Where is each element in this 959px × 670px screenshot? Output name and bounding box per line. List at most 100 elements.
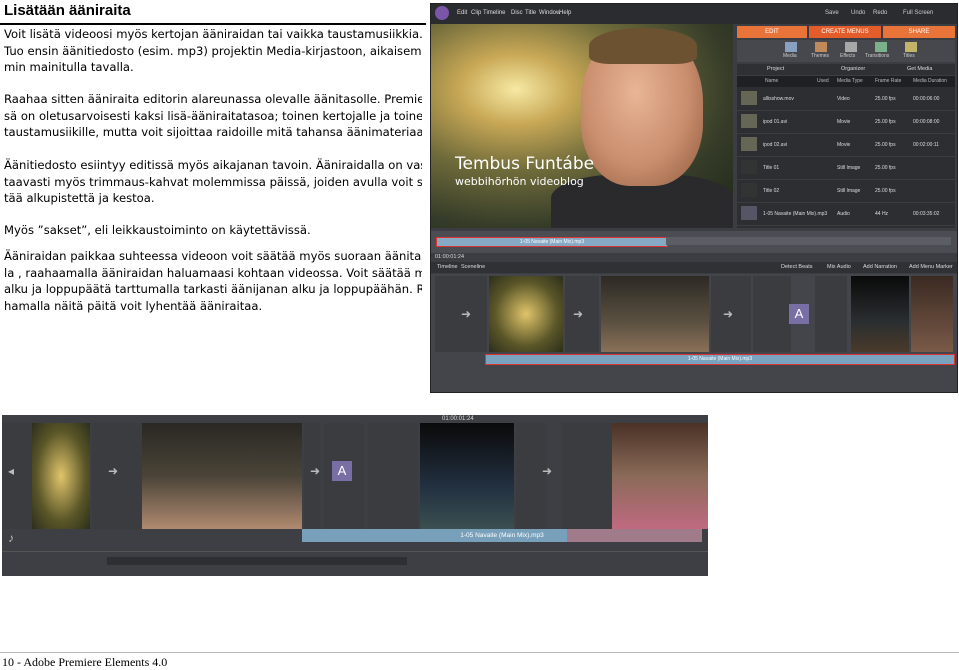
media-type: Still Image bbox=[837, 165, 861, 171]
col-used[interactable]: Used bbox=[817, 78, 829, 84]
col-media-duration[interactable]: Media Duration bbox=[913, 78, 947, 84]
media-thumbnail bbox=[741, 137, 757, 151]
media-rate: 25.00 fps bbox=[875, 142, 896, 148]
tab-edit[interactable]: EDIT bbox=[737, 26, 807, 38]
paragraph-2: Raahaa sitten ääniraita editorin alareun… bbox=[4, 91, 422, 141]
undo-button[interactable]: Undo bbox=[851, 10, 865, 16]
media-type: Movie bbox=[837, 119, 851, 125]
titles-icon[interactable] bbox=[905, 42, 917, 52]
menu-bar: Edit Clip Timeline Disc Title Window Hel… bbox=[431, 4, 957, 24]
menu-disc[interactable]: Disc bbox=[511, 10, 523, 16]
scene-clip-4[interactable] bbox=[612, 423, 708, 529]
title-clip-icon[interactable]: A bbox=[332, 461, 352, 481]
transitions-icon[interactable] bbox=[875, 42, 887, 52]
media-duration: 00:02:00:11 bbox=[913, 142, 940, 148]
premiere-screenshot: Edit Clip Timeline Disc Title Window Hel… bbox=[430, 3, 958, 393]
audio-track-icon[interactable]: ♪ bbox=[8, 532, 28, 544]
scroll-track[interactable] bbox=[107, 557, 407, 565]
paragraph-line: Voit lisätä videoosi myös kertojan äänir… bbox=[4, 27, 422, 41]
subtab-organizer[interactable]: Organizer bbox=[841, 66, 865, 72]
scene-gap bbox=[815, 276, 847, 352]
scene-clip-1[interactable] bbox=[489, 276, 563, 352]
tab-sceneline[interactable]: Sceneline bbox=[461, 264, 485, 270]
menu-title[interactable]: Title bbox=[525, 10, 536, 16]
media-duration: 00:00:08:00 bbox=[913, 119, 940, 125]
menu-help[interactable]: Help bbox=[559, 10, 571, 16]
subtab-project[interactable]: Project bbox=[767, 66, 784, 72]
tool-titles[interactable]: Titles bbox=[903, 53, 915, 59]
media-panel: Name Used Media Type Frame Rate Media Du… bbox=[737, 76, 955, 228]
media-name: 1-05 Navaite (Main Mix).mp3 bbox=[763, 211, 828, 217]
tab-timeline[interactable]: Timeline bbox=[437, 264, 458, 270]
tool-effects[interactable]: Effects bbox=[840, 53, 855, 59]
scene-clip-3[interactable] bbox=[851, 276, 909, 352]
effects-icon[interactable] bbox=[845, 42, 857, 52]
speaker-icon[interactable]: ◂ bbox=[8, 465, 28, 477]
themes-icon[interactable] bbox=[815, 42, 827, 52]
media-row[interactable]: ipod 02.avi Movie 25.00 fps 00:02:00:11 bbox=[737, 134, 955, 157]
media-rate: 44 Hz bbox=[875, 211, 889, 217]
title-clip-icon[interactable]: A bbox=[789, 304, 809, 324]
col-name[interactable]: Name bbox=[765, 78, 778, 84]
menu-timeline[interactable]: Timeline bbox=[483, 10, 505, 16]
media-row[interactable]: Title 02 Still Image 25.00 fps bbox=[737, 180, 955, 203]
scene-clip-2[interactable] bbox=[142, 423, 302, 529]
tool-themes[interactable]: Themes bbox=[811, 53, 829, 59]
media-thumbnail bbox=[741, 183, 757, 197]
paragraph-line: hamalla näitä päitä voit lyhentää äänira… bbox=[4, 298, 263, 313]
col-frame-rate[interactable]: Frame Rate bbox=[875, 78, 901, 84]
paragraph-1: Voit lisätä videoosi myös kertojan äänir… bbox=[4, 26, 422, 76]
transition-icon[interactable]: ➜ bbox=[108, 465, 128, 477]
scene-clip-4[interactable] bbox=[911, 276, 953, 352]
media-row[interactable]: 1-05 Navaite (Main Mix).mp3 Audio 44 Hz … bbox=[737, 203, 955, 226]
menu-clip[interactable]: Clip bbox=[471, 10, 481, 16]
scene-clip-2[interactable] bbox=[601, 276, 709, 352]
preview-scrubber[interactable]: 1-05 Navaite (Main Mix).mp3 bbox=[431, 231, 957, 253]
zoom-timecode: 01:00:01:24 bbox=[442, 416, 474, 422]
transition-icon[interactable]: ➜ bbox=[573, 308, 593, 320]
transition-icon[interactable]: ➜ bbox=[542, 465, 562, 477]
preview-subtitle: webbihörhön videoblog bbox=[455, 175, 584, 188]
media-row[interactable]: allisshow.mov Video 25.00 fps 00:00:06:0… bbox=[737, 88, 955, 111]
menu-window[interactable]: Window bbox=[539, 10, 560, 16]
tool-media[interactable]: Media bbox=[783, 53, 797, 59]
transition-icon[interactable]: ➜ bbox=[723, 308, 743, 320]
mix-audio-button[interactable]: Mix Audio bbox=[827, 264, 851, 270]
redo-button[interactable]: Redo bbox=[873, 10, 887, 16]
audio-clip-trim-end[interactable] bbox=[567, 529, 702, 542]
audio-track-clip[interactable]: 1-05 Navaite (Main Mix).mp3 bbox=[485, 354, 955, 365]
preview-title: Tembus Funtábe bbox=[455, 154, 595, 174]
save-button[interactable]: Save bbox=[825, 10, 839, 16]
detect-beats-button[interactable]: Detect Beats bbox=[781, 264, 813, 270]
add-menu-marker-button[interactable]: Add Menu Marker bbox=[909, 264, 953, 270]
edit-tools: Media Themes Effects Transitions Titles bbox=[737, 40, 955, 62]
paragraph-line: taavasti myös trimmaus-kahvat molemmissa… bbox=[4, 174, 422, 189]
scene-clip-1[interactable] bbox=[32, 423, 90, 529]
transition-icon[interactable]: ➜ bbox=[461, 308, 481, 320]
col-media-type[interactable]: Media Type bbox=[837, 78, 863, 84]
media-rate: 25.00 fps bbox=[875, 165, 896, 171]
add-narration-button[interactable]: Add Narration bbox=[863, 264, 897, 270]
timecode: 01:00:01:24 bbox=[435, 254, 465, 260]
menu-edit[interactable]: Edit bbox=[457, 10, 467, 16]
media-subtabs: Project Organizer Get Media bbox=[737, 64, 955, 75]
scene-clip-3[interactable] bbox=[420, 423, 514, 529]
paragraph-line: Raahaa sitten ääniraita editorin alareun… bbox=[4, 92, 422, 106]
full-screen-button[interactable]: Full Screen bbox=[903, 10, 933, 16]
tool-transitions[interactable]: Transitions bbox=[865, 53, 889, 59]
media-thumbnail bbox=[741, 160, 757, 174]
media-name: ipod 01.avi bbox=[763, 119, 788, 125]
media-row[interactable]: Title 01 Still Image 25.00 fps bbox=[737, 157, 955, 180]
scrubber-audio-clip[interactable]: 1-05 Navaite (Main Mix).mp3 bbox=[436, 237, 668, 247]
tab-share[interactable]: SHARE bbox=[883, 26, 955, 38]
tab-create-menus[interactable]: CREATE MENUS bbox=[809, 26, 881, 38]
media-row[interactable]: ipod 01.avi Movie 25.00 fps 00:00:08:00 bbox=[737, 111, 955, 134]
subtab-get-media[interactable]: Get Media bbox=[907, 66, 932, 72]
paragraph-line: la , raahaamalla ääniraidan haluamaasi k… bbox=[4, 265, 422, 280]
media-icon[interactable] bbox=[785, 42, 797, 52]
heading-rule bbox=[0, 23, 426, 25]
media-type: Video bbox=[837, 96, 850, 102]
media-name: ipod 02.avi bbox=[763, 142, 788, 148]
media-type: Audio bbox=[837, 211, 850, 217]
app-logo-icon bbox=[435, 6, 449, 20]
